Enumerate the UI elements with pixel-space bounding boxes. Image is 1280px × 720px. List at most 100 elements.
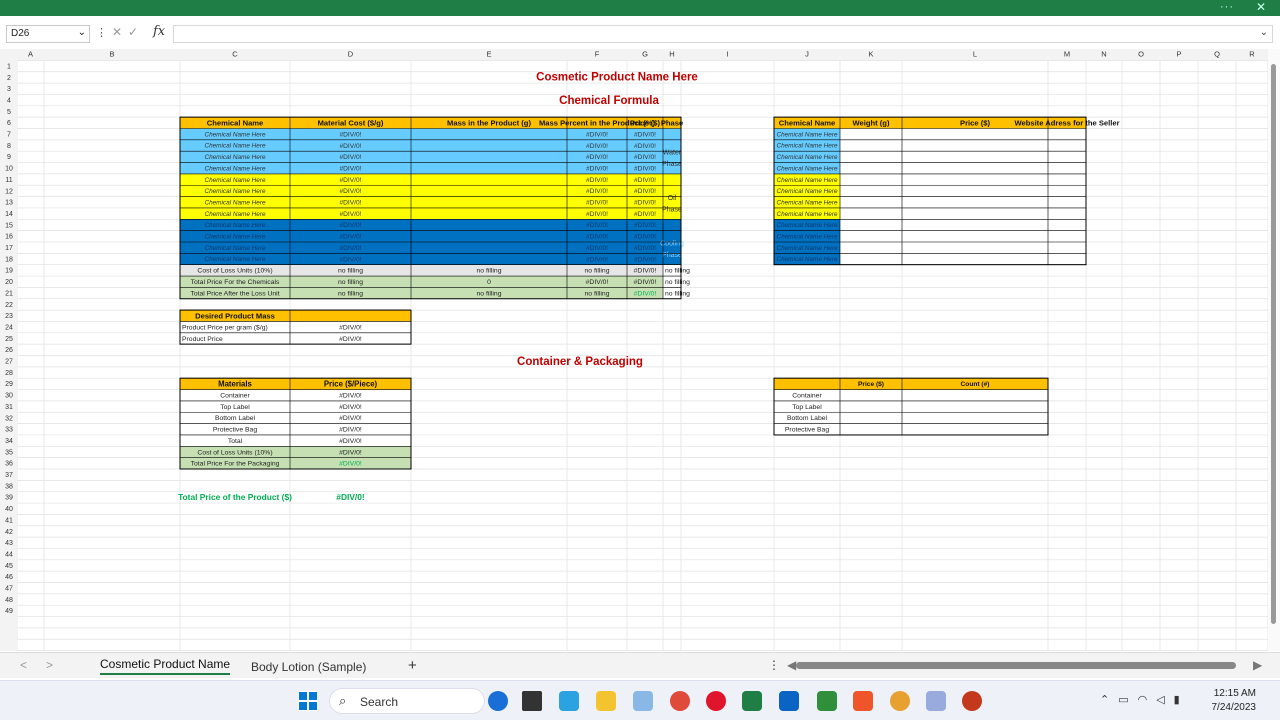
- spreadsheet-grid[interactable]: A B C D E F G H I J K L M N O P Q R 1 2 3 4 5 6 7 8 9 10 11 12 13 14 15 1…: [0, 49, 1268, 651]
- price-cell: #DIV/0!: [634, 211, 656, 218]
- row-header: 3: [7, 86, 11, 93]
- fx-icon[interactable]: fx: [153, 24, 165, 39]
- chem-name-cell: Chemical Name Here: [204, 256, 266, 263]
- photos-icon[interactable]: [633, 691, 653, 711]
- price-cell: #DIV/0!: [634, 131, 656, 138]
- phase-water: Water: [663, 150, 682, 157]
- chrome-icon[interactable]: [670, 691, 690, 711]
- material-cost-cell: #DIV/0!: [340, 131, 362, 138]
- tab-body-lotion[interactable]: Body Lotion (Sample): [251, 660, 366, 674]
- column-header-N: N: [1101, 50, 1106, 59]
- chevron-down-icon[interactable]: ⌄: [78, 27, 86, 38]
- summary-c: no filling: [338, 268, 363, 275]
- chem-name-cell: Chemical Name Here: [204, 222, 266, 229]
- material-cost-cell: #DIV/0!: [340, 222, 362, 229]
- summary-g: no filling: [665, 279, 690, 286]
- chevron-down-icon[interactable]: ⌄: [1260, 27, 1268, 38]
- seller-name-cell: Chemical Name Here: [776, 143, 838, 150]
- title-bar: ··· ✕: [0, 0, 1280, 16]
- clock[interactable]: 12:15 AM 7/24/2023: [1212, 687, 1257, 715]
- seller-name-cell: Chemical Name Here: [776, 245, 838, 252]
- material-cost-cell: #DIV/0!: [340, 188, 362, 195]
- row-header: 36: [5, 461, 13, 468]
- excel-icon[interactable]: [742, 691, 762, 711]
- app-icon[interactable]: [817, 691, 837, 711]
- name-box[interactable]: D26 ⌄: [6, 25, 90, 43]
- chem-name-cell: Chemical Name Here: [204, 234, 266, 241]
- chem-name-cell: Chemical Name Here: [204, 131, 266, 138]
- file-explorer-icon[interactable]: [596, 691, 616, 711]
- system-tray-icons[interactable]: ⌃▭◠◁▮: [1100, 693, 1189, 706]
- formula-bar: D26 ⌄ ⋮ ✕✓ fx ⌄: [0, 22, 1280, 46]
- summary-e: no filling: [585, 268, 610, 275]
- chrome-profile-icon[interactable]: [890, 691, 910, 711]
- desktop-icon[interactable]: [559, 691, 579, 711]
- snipping-tool-icon[interactable]: [926, 691, 946, 711]
- chem-name-cell: Chemical Name Here: [204, 211, 266, 218]
- search-label: Search: [360, 695, 399, 709]
- bing-icon[interactable]: [488, 691, 508, 711]
- seller-header-cell: Website Adress for the Seller: [1014, 118, 1119, 127]
- name-box-value: D26: [11, 28, 30, 39]
- chem-name-cell: Chemical Name Here: [204, 245, 266, 252]
- opera-icon[interactable]: [706, 691, 726, 711]
- add-sheet-button[interactable]: +: [408, 657, 417, 674]
- scroll-right-icon[interactable]: ▶: [1253, 658, 1262, 672]
- row-header: 37: [5, 472, 13, 479]
- horizontal-scrollbar[interactable]: [796, 662, 1236, 669]
- scroll-thumb[interactable]: [1271, 64, 1276, 624]
- search-box[interactable]: ⌕ Search: [329, 688, 485, 714]
- container-packaging-title: Container & Packaging: [517, 356, 643, 368]
- chem-header-cell: Material Cost ($/g): [318, 118, 384, 127]
- seller-name-cell: Chemical Name Here: [776, 256, 838, 263]
- cancel-confirm-icons[interactable]: ✕✓: [112, 25, 144, 39]
- product-title: Cosmetic Product Name Here: [536, 71, 698, 83]
- chem-name-cell: Chemical Name Here: [204, 188, 266, 195]
- vertical-scrollbar[interactable]: [1268, 49, 1280, 651]
- windows-start-icon[interactable]: [298, 691, 318, 711]
- tab-cosmetic-product-name[interactable]: Cosmetic Product Name: [100, 657, 231, 675]
- column-header-L: L: [973, 50, 977, 59]
- task-view-icon[interactable]: [522, 691, 542, 711]
- formula-input[interactable]: ⌄: [173, 25, 1273, 43]
- chem-name-cell: Chemical Name Here: [204, 143, 266, 150]
- seller-name-cell: Chemical Name Here: [776, 188, 838, 195]
- row-header: 40: [5, 506, 13, 513]
- more-vertical-icon[interactable]: ⋮: [96, 26, 107, 39]
- row-header: 20: [5, 279, 13, 286]
- chem-header-cell: Price ($): [630, 118, 660, 127]
- seller-header-cell: Chemical Name: [779, 118, 836, 127]
- close-icon[interactable]: ✕: [1256, 0, 1266, 14]
- mass-percent-cell: #DIV/0!: [586, 165, 608, 172]
- material-cost-cell: #DIV/0!: [340, 177, 362, 184]
- mass-percent-cell: #DIV/0!: [586, 256, 608, 263]
- row-header: 44: [5, 551, 13, 558]
- more-icon[interactable]: ···: [1220, 1, 1234, 13]
- materials-value: #DIV/0!: [339, 415, 362, 422]
- row-header: 22: [5, 302, 13, 309]
- brave-icon[interactable]: [853, 691, 873, 711]
- row-header: 7: [7, 132, 11, 139]
- column-header-K: K: [868, 50, 873, 59]
- pack-header-fill: [774, 378, 1048, 390]
- chem-name-cell: Chemical Name Here: [204, 154, 266, 161]
- clock-time: 12:15 AM: [1213, 688, 1256, 699]
- more-vertical-icon[interactable]: ⋮: [768, 658, 780, 672]
- price-cell: #DIV/0!: [634, 256, 656, 263]
- total-price-label: Total Price of the Product ($): [178, 492, 292, 502]
- total-price-value: #DIV/0!: [336, 492, 364, 502]
- scroll-left-icon[interactable]: ◀: [787, 658, 796, 672]
- row-header: 1: [7, 63, 11, 70]
- chevron-right-icon[interactable]: >: [46, 658, 53, 672]
- row-header: 28: [5, 370, 13, 377]
- chevron-left-icon[interactable]: <: [20, 658, 27, 672]
- search-icon: ⌕: [339, 693, 347, 708]
- mass-percent-cell: #DIV/0!: [586, 143, 608, 150]
- row-header: 47: [5, 586, 13, 593]
- powerpoint-icon[interactable]: [962, 691, 982, 711]
- chem-header-cell: Chemical Name: [207, 118, 264, 127]
- seller-name-cell: Chemical Name Here: [776, 222, 838, 229]
- mass-percent-cell: #DIV/0!: [586, 211, 608, 218]
- sheet-canvas[interactable]: A B C D E F G H I J K L M N O P Q R1234567891011121314151…: [0, 49, 1268, 651]
- outlook-icon[interactable]: [779, 691, 799, 711]
